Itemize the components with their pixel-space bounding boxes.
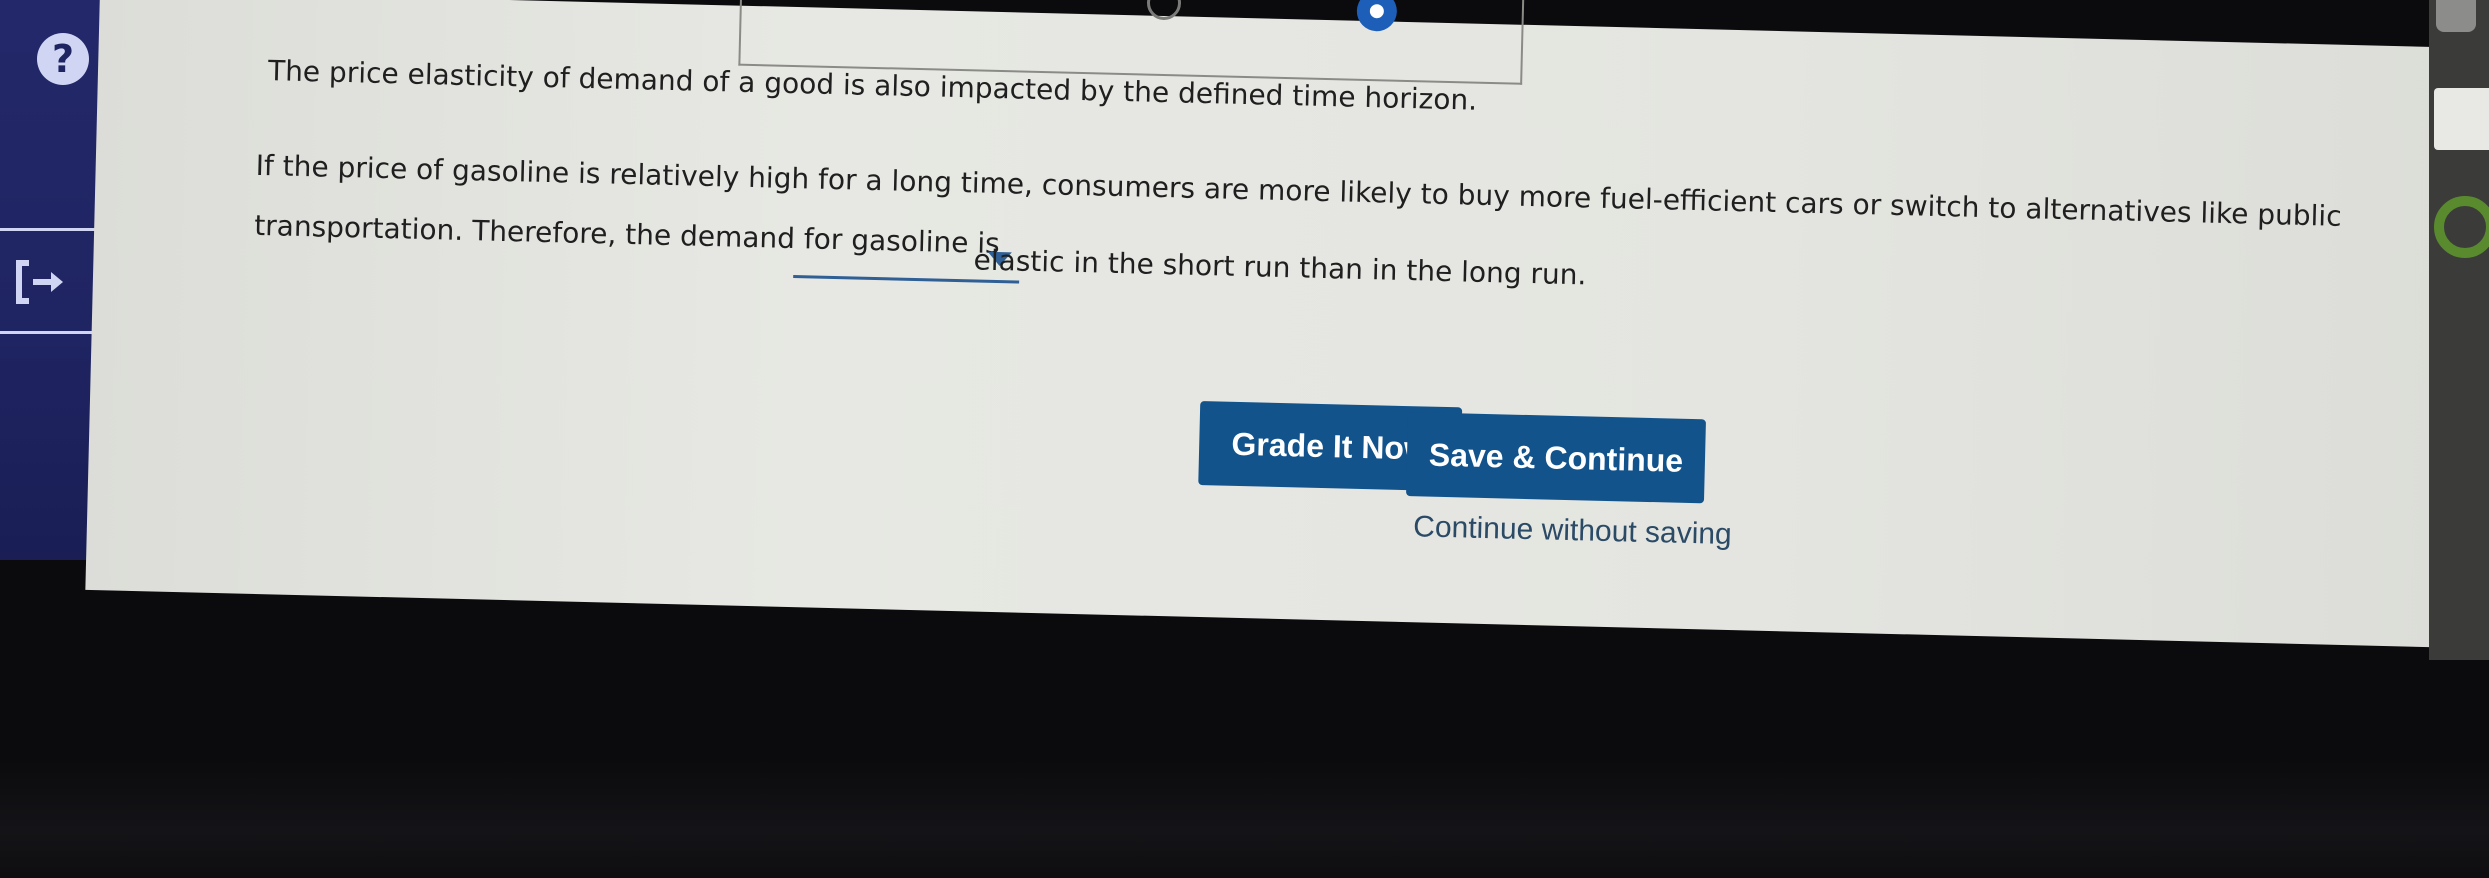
- question-text-line3-end: elastic in the short run than in the lon…: [973, 243, 1587, 292]
- screen-bezel: [0, 760, 2489, 878]
- question-panel: The price elasticity of demand of a good…: [85, 0, 2460, 648]
- radio-option-unselected[interactable]: [1146, 0, 1182, 21]
- exit-icon: [16, 260, 63, 304]
- save-continue-button[interactable]: Save & Continue: [1406, 412, 1706, 504]
- exit-button[interactable]: [0, 228, 102, 334]
- grammar-extension-icon[interactable]: [2434, 196, 2489, 258]
- continue-without-saving-link[interactable]: Continue without saving: [1413, 510, 1732, 552]
- help-icon[interactable]: ?: [37, 33, 89, 85]
- side-panel-icon[interactable]: [2434, 88, 2489, 150]
- extension-icon[interactable]: [2436, 0, 2476, 32]
- radio-option-selected[interactable]: [1356, 0, 1398, 32]
